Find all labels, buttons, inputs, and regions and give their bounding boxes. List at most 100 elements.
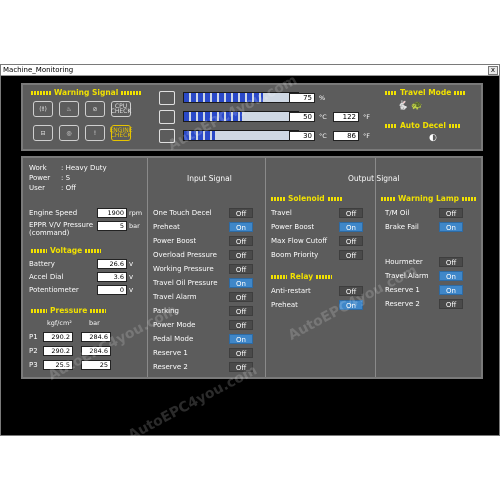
warning-exclaim-icon: !	[85, 125, 105, 141]
input-row-label: Overload Pressure	[153, 251, 217, 259]
warning-signal-panel: Warning Signal (‼) ♨ ⊘ CPU CHECK ⊟ ◎ ! E…	[21, 83, 483, 151]
input-row-label: Reserve 2	[153, 363, 188, 371]
reserve-1-label: Reserve 1	[385, 286, 420, 294]
battery-icon: ⊟	[33, 125, 53, 141]
user-value: : Off	[61, 184, 76, 192]
input-state-toggle[interactable]: Off	[229, 292, 253, 302]
fuel-unit: %	[319, 94, 326, 102]
hydraulic-oil-fahrenheit-unit: °F	[363, 132, 370, 140]
solenoid-row-label: Max Flow Cutoff	[271, 237, 328, 245]
coolant-gauge-fill	[184, 112, 242, 121]
oil-can-icon: ⊘	[85, 101, 105, 117]
warning-lamp-state-toggle[interactable]: Off	[439, 208, 463, 218]
input-state-toggle[interactable]: Off	[229, 250, 253, 260]
input-row-label: Travel Oil Pressure	[153, 279, 218, 287]
power-label: Power	[29, 174, 51, 182]
input-state-toggle[interactable]: Off	[229, 264, 253, 274]
solenoid-row-label: Travel	[271, 209, 292, 217]
close-button[interactable]: x	[488, 65, 498, 75]
input-state-toggle[interactable]: Off	[229, 208, 253, 218]
accel-dial-label: Accel Dial	[29, 273, 64, 281]
input-state-toggle[interactable]: On	[229, 334, 253, 344]
input-row-label: Power Boost	[153, 237, 197, 245]
hydraulic-oil-fahrenheit-value: 86	[333, 131, 359, 141]
input-row-label: One Touch Decel	[153, 209, 212, 217]
p3-kgf-value: 25.5	[43, 360, 73, 370]
hydraulic-oil-gauge-icon	[159, 129, 175, 143]
p2-label: P2	[29, 347, 38, 355]
output-signal-title: Output Signal	[348, 174, 400, 183]
fuel-gauge-fill	[184, 93, 263, 102]
warning-light-icon: (‼)	[33, 101, 53, 117]
auto-decel-icon: ◐	[429, 133, 437, 143]
pressure-col-bar: bar	[89, 319, 100, 327]
potentiometer-value: 0	[97, 285, 127, 295]
input-state-toggle[interactable]: Off	[229, 306, 253, 316]
warning-lamp-row-label: T/M Oil	[385, 209, 410, 217]
solenoid-state-toggle[interactable]: Off	[339, 208, 363, 218]
relay-row-label: Anti-restart	[271, 287, 311, 295]
coolant-celsius-unit: °C	[319, 113, 327, 121]
relay-state-toggle[interactable]: Off	[339, 286, 363, 296]
auto-decel-title: Auto Decel	[385, 121, 461, 130]
monitoring-main-panel: Work : Heavy Duty Power : S User : Off E…	[21, 156, 483, 379]
engine-oil-icon: ◎	[59, 125, 79, 141]
epprv-pressure-label: EPPR V/V Pressure	[29, 221, 94, 229]
solenoid-row-label: Boom Priority	[271, 251, 319, 259]
cpu-check-icon: CPU CHECK	[110, 101, 132, 117]
fuel-value: 75	[289, 93, 315, 103]
solenoid-state-toggle[interactable]: Off	[339, 236, 363, 246]
warning-lamp-state-toggle[interactable]: On	[439, 222, 463, 232]
epprv-pressure-sub: (command)	[29, 229, 70, 237]
p3-label: P3	[29, 361, 38, 369]
warning-lamp-row-label: Brake Fail	[385, 223, 419, 231]
power-value: : S	[61, 174, 71, 182]
relay-state-toggle[interactable]: On	[339, 300, 363, 310]
machine-monitoring-window: Machine_Monitoring x Warning Signal (‼) …	[0, 64, 500, 444]
accel-dial-unit: v	[129, 273, 134, 281]
epprv-pressure-value: 5	[97, 221, 127, 231]
reserve-2-label: Reserve 2	[385, 300, 420, 308]
solenoid-row-label: Power Boost	[271, 223, 315, 231]
battery-unit: v	[129, 260, 134, 268]
input-row-label: Parking	[153, 307, 179, 315]
input-state-toggle[interactable]: Off	[229, 236, 253, 246]
input-signal-title: Input Signal	[187, 174, 232, 183]
solenoid-state-toggle[interactable]: On	[339, 222, 363, 232]
engine-speed-value: 1900	[97, 208, 127, 218]
battery-value: 26.6	[97, 259, 127, 269]
hydraulic-oil-celsius-unit: °C	[319, 132, 327, 140]
input-state-toggle[interactable]: Off	[229, 348, 253, 358]
hydraulic-oil-celsius-value: 30	[289, 131, 315, 141]
coolant-temp-icon: ♨	[59, 101, 79, 117]
title-bar: Machine_Monitoring x	[1, 65, 499, 76]
potentiometer-label: Potentiometer	[29, 286, 79, 294]
potentiometer-unit: v	[129, 286, 134, 294]
hourmeter-state-toggle[interactable]: Off	[439, 257, 463, 267]
input-state-toggle[interactable]: On	[229, 222, 253, 232]
travel-mode-title: Travel Mode	[385, 88, 467, 97]
travel-alarm-state-toggle[interactable]: On	[439, 271, 463, 281]
p2-bar-value: 284.6	[81, 346, 111, 356]
input-state-toggle[interactable]: On	[229, 278, 253, 288]
p3-bar-value: 25	[81, 360, 111, 370]
input-row-label: Preheat	[153, 223, 180, 231]
p1-kgf-value: 290.2	[43, 332, 73, 342]
accel-dial-value: 3.6	[97, 272, 127, 282]
input-row-label: Pedal Mode	[153, 335, 194, 343]
warning-lamp-title: Warning Lamp	[381, 194, 477, 203]
pressure-col-kgf: kgf/cm²	[47, 319, 72, 327]
solenoid-state-toggle[interactable]: Off	[339, 250, 363, 260]
input-state-toggle[interactable]: Off	[229, 320, 253, 330]
engine-speed-label: Engine Speed	[29, 209, 78, 217]
input-state-toggle[interactable]: Off	[229, 362, 253, 372]
reserve-1-state-toggle[interactable]: On	[439, 285, 463, 295]
travel-speed-icon: 🐇 🐢	[397, 101, 423, 111]
window-title: Machine_Monitoring	[3, 66, 74, 74]
input-row-label: Travel Alarm	[153, 293, 197, 301]
relay-row-label: Preheat	[271, 301, 298, 309]
reserve-2-state-toggle[interactable]: Off	[439, 299, 463, 309]
p1-label: P1	[29, 333, 38, 341]
coolant-fahrenheit-unit: °F	[363, 113, 370, 121]
solenoid-title: Solenoid	[271, 194, 342, 203]
